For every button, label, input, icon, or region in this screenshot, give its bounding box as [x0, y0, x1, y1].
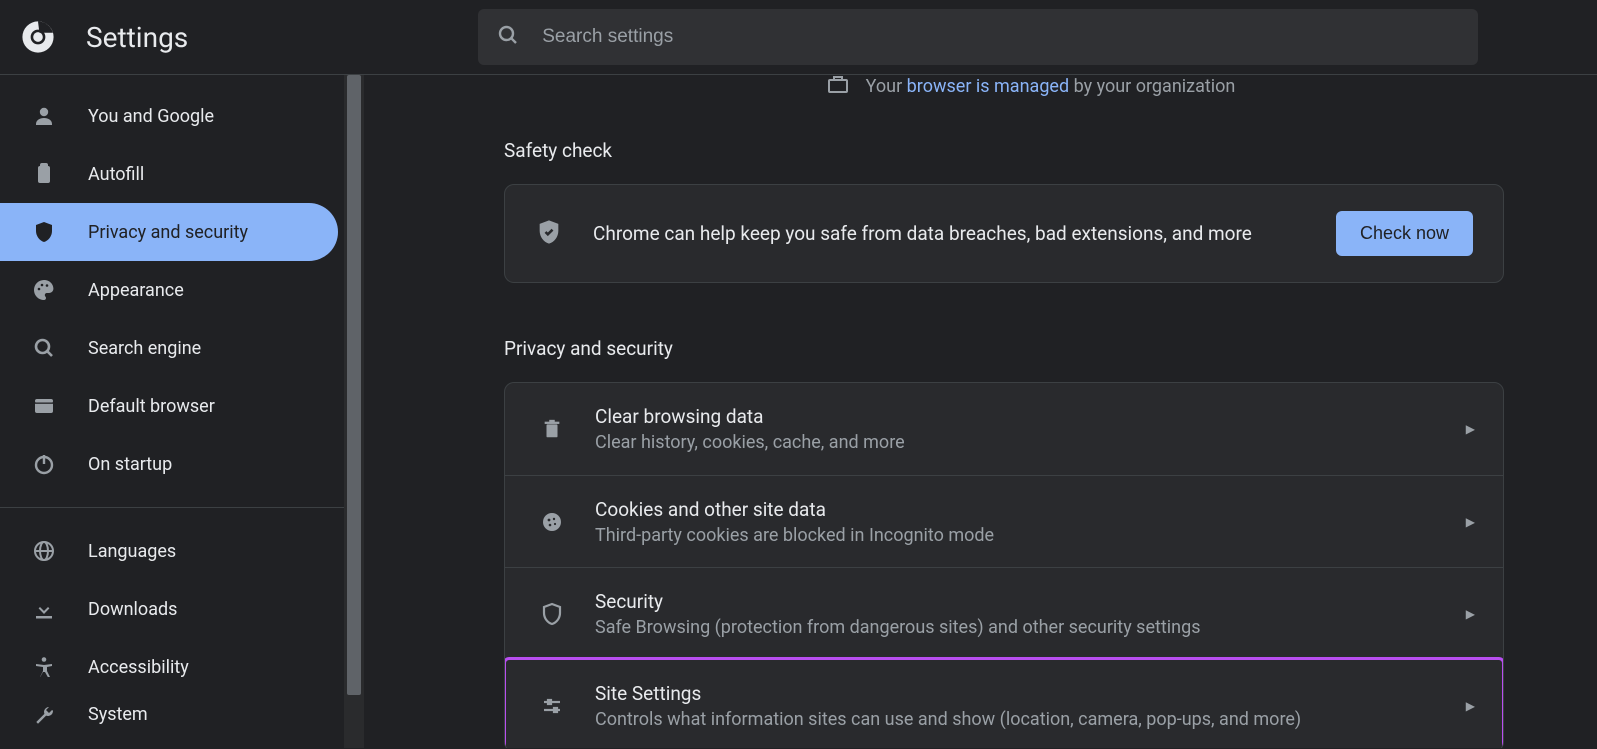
row-subtitle: Controls what information sites can use …	[595, 709, 1466, 730]
page-title: Settings	[86, 21, 188, 54]
row-title: Clear browsing data	[595, 405, 1466, 428]
managed-notice: Your browser is managed by your organiza…	[504, 75, 1557, 99]
row-subtitle: Third-party cookies are blocked in Incog…	[595, 525, 1466, 546]
app-header: Settings	[0, 0, 1597, 75]
sidebar-item-label: You and Google	[88, 106, 214, 127]
privacy-security-card: Clear browsing data Clear history, cooki…	[504, 382, 1504, 748]
row-clear-browsing-data[interactable]: Clear browsing data Clear history, cooki…	[505, 383, 1503, 475]
shield-check-icon	[535, 218, 563, 250]
search-icon	[496, 23, 520, 51]
row-title: Cookies and other site data	[595, 498, 1466, 521]
safety-check-text: Chrome can help keep you safe from data …	[593, 222, 1336, 245]
chevron-right-icon: ▶	[1466, 699, 1475, 713]
sidebar-item-label: Accessibility	[88, 657, 189, 678]
sidebar-item-search-engine[interactable]: Search engine	[0, 319, 338, 377]
sidebar-item-label: Default browser	[88, 396, 215, 417]
row-cookies[interactable]: Cookies and other site data Third-party …	[505, 475, 1503, 567]
row-security[interactable]: Security Safe Browsing (protection from …	[505, 567, 1503, 659]
sidebar-item-label: Languages	[88, 541, 176, 562]
accessibility-icon	[32, 655, 56, 679]
row-site-settings[interactable]: Site Settings Controls what information …	[505, 659, 1503, 748]
sidebar-item-label: System	[88, 704, 148, 725]
sidebar: You and Google Autofill Privacy and secu…	[0, 75, 344, 748]
sidebar-item-label: Autofill	[88, 164, 144, 185]
download-icon	[32, 597, 56, 621]
row-subtitle: Safe Browsing (protection from dangerous…	[595, 617, 1466, 638]
chevron-right-icon: ▶	[1466, 422, 1475, 436]
clipboard-icon	[32, 162, 56, 186]
sidebar-item-privacy-security[interactable]: Privacy and security	[0, 203, 338, 261]
row-subtitle: Clear history, cookies, cache, and more	[595, 432, 1466, 453]
power-icon	[32, 452, 56, 476]
sidebar-scrollbar[interactable]	[344, 75, 364, 748]
chevron-right-icon: ▶	[1466, 607, 1475, 621]
trash-icon	[539, 416, 565, 442]
sidebar-item-autofill[interactable]: Autofill	[0, 145, 338, 203]
globe-icon	[32, 539, 56, 563]
wrench-icon	[32, 704, 56, 728]
privacy-security-heading: Privacy and security	[504, 337, 1557, 360]
sidebar-item-you-and-google[interactable]: You and Google	[0, 87, 338, 145]
sidebar-item-accessibility[interactable]: Accessibility	[0, 638, 338, 696]
cookie-icon	[539, 510, 565, 534]
sidebar-item-downloads[interactable]: Downloads	[0, 580, 338, 638]
safety-check-card: Chrome can help keep you safe from data …	[504, 184, 1504, 283]
sidebar-item-label: On startup	[88, 454, 172, 475]
sidebar-item-label: Appearance	[88, 280, 184, 301]
sidebar-item-label: Search engine	[88, 338, 201, 359]
shield-outline-icon	[539, 601, 565, 627]
main-content: Your browser is managed by your organiza…	[364, 75, 1597, 748]
sidebar-item-languages[interactable]: Languages	[0, 522, 338, 580]
safety-check-heading: Safety check	[504, 139, 1557, 162]
browser-icon	[32, 394, 56, 418]
shield-icon	[32, 220, 56, 244]
sliders-icon	[539, 694, 565, 718]
person-icon	[32, 104, 56, 128]
sidebar-item-label: Downloads	[88, 599, 177, 620]
managed-suffix: by your organization	[1069, 76, 1235, 97]
palette-icon	[32, 278, 56, 302]
sidebar-item-appearance[interactable]: Appearance	[0, 261, 338, 319]
sidebar-item-default-browser[interactable]: Default browser	[0, 377, 338, 435]
sidebar-item-on-startup[interactable]: On startup	[0, 435, 338, 493]
chevron-right-icon: ▶	[1466, 515, 1475, 529]
check-now-button[interactable]: Check now	[1336, 211, 1473, 256]
sidebar-divider	[0, 507, 344, 508]
sidebar-scrollbar-thumb[interactable]	[347, 75, 361, 695]
managed-prefix: Your	[866, 76, 907, 97]
chrome-logo-icon	[20, 19, 56, 55]
search-input[interactable]	[542, 26, 1460, 48]
row-title: Security	[595, 590, 1466, 613]
sidebar-item-label: Privacy and security	[88, 222, 248, 243]
row-title: Site Settings	[595, 682, 1466, 705]
search-field[interactable]	[478, 9, 1478, 65]
briefcase-icon	[826, 75, 850, 99]
sidebar-item-system[interactable]: System	[0, 696, 338, 730]
search-icon	[32, 336, 56, 360]
managed-link[interactable]: browser is managed	[907, 76, 1069, 97]
